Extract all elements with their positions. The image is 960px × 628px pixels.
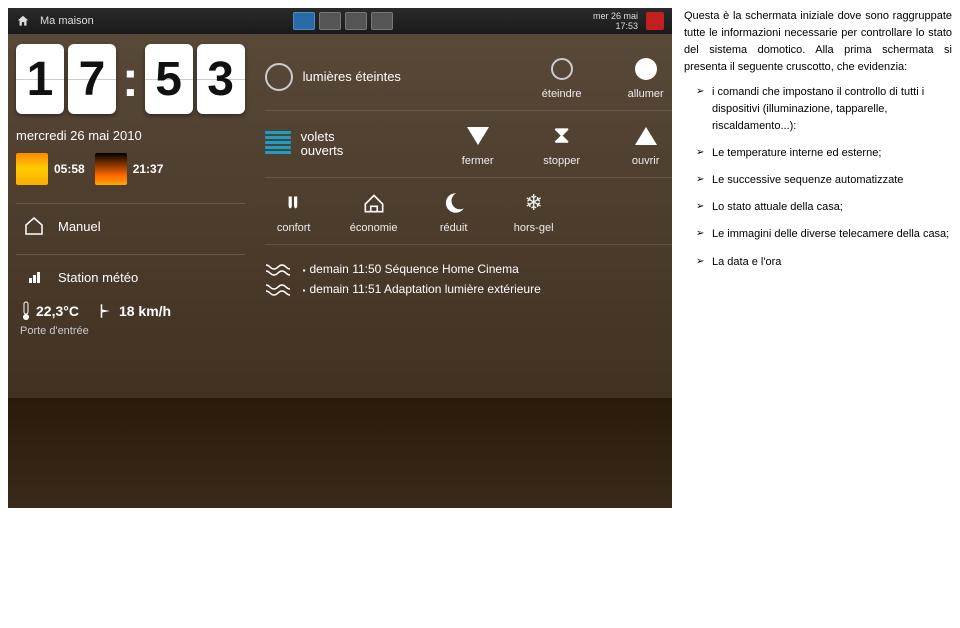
tab-grid[interactable] <box>293 12 315 30</box>
mode-label: Manuel <box>58 219 101 234</box>
lights-off-label: éteindre <box>542 88 582 100</box>
blinds-icon <box>265 131 291 157</box>
tab-list[interactable] <box>319 12 341 30</box>
weather-panel: Station météo 22,3°C 18 km/h Porte d'ent… <box>16 254 245 345</box>
heating-economy-label: économie <box>350 222 398 234</box>
flip-clock: 1 7 : 5 3 <box>16 44 245 114</box>
description-panel: Questa è la schermata iniziale dove sono… <box>684 8 952 281</box>
heating-reduced-label: réduit <box>440 222 468 234</box>
lights-row: lumières éteintes éteindre allumer <box>265 44 672 111</box>
desc-item-6: La data e l'ora <box>698 254 952 271</box>
desc-list: i comandi che impostano il controllo di … <box>684 84 952 270</box>
shutters-close-label: fermer <box>462 155 494 167</box>
wave-icon <box>265 281 293 297</box>
sunrise-sunset-row: 05:58 21:37 <box>16 153 245 185</box>
reduced-icon <box>439 188 469 218</box>
shutters-status: voletsouverts <box>265 130 435 158</box>
topbar-datetime: mer 26 mai 17:53 <box>593 11 638 31</box>
thermometer-icon <box>20 301 32 321</box>
clock-min-tens: 5 <box>145 44 193 114</box>
seq1-text: demain 11:50 Séquence Home Cinema <box>303 262 519 276</box>
heating-comfort-label: confort <box>277 222 311 234</box>
clock-min-units: 3 <box>197 44 245 114</box>
shutters-stop-button[interactable]: ⧗ stopper <box>533 121 591 167</box>
shutters-open-label: ouvrir <box>632 155 660 167</box>
clock-hour-units: 7 <box>68 44 116 114</box>
house-mode-icon <box>20 212 48 240</box>
sunset: 21:37 <box>95 153 164 185</box>
signal-icon <box>20 263 48 291</box>
shutters-stop-label: stopper <box>543 155 580 167</box>
close-icon[interactable] <box>646 12 664 30</box>
topbar-right: mer 26 mai 17:53 <box>593 11 664 31</box>
top-bar: Ma maison mer 26 mai 17:53 <box>8 8 672 34</box>
desc-item-1: i comandi che impostano il controllo di … <box>698 84 952 135</box>
mode-row[interactable]: Manuel <box>16 203 245 248</box>
shutters-open-button[interactable]: ouvrir <box>617 121 672 167</box>
heating-economy-button[interactable]: économie <box>345 188 403 234</box>
lights-status: lumières éteintes <box>265 63 435 91</box>
wave-icon <box>265 261 293 277</box>
app-title: Ma maison <box>40 15 94 27</box>
home-icon[interactable] <box>16 14 30 28</box>
snowflake-icon: ❄ <box>519 188 549 218</box>
circle-outline-icon <box>551 58 573 80</box>
dashboard-screenshot: Ma maison mer 26 mai 17:53 1 7 : 5 3 <box>8 8 672 508</box>
triangle-up-icon <box>635 127 657 145</box>
heating-frost-label: hors-gel <box>514 222 554 234</box>
sunrise-icon <box>16 153 48 185</box>
desc-item-4: Lo stato attuale della casa; <box>698 199 952 216</box>
desc-item-5: Le immagini delle diverse telecamere del… <box>698 226 952 243</box>
date-line: mercredi 26 mai 2010 <box>16 128 245 143</box>
weather-heading: Station météo <box>58 270 138 285</box>
sunset-time: 21:37 <box>133 162 164 176</box>
triangle-down-icon <box>467 127 489 145</box>
weather-location: Porte d'entrée <box>20 325 241 337</box>
light-off-indicator-icon <box>265 63 293 91</box>
sequence-2: demain 11:51 Adaptation lumière extérieu… <box>265 281 672 297</box>
comfort-icon <box>279 188 309 218</box>
wind-value: 18 km/h <box>119 303 171 319</box>
sunrise: 05:58 <box>16 153 85 185</box>
shutters-row: voletsouverts fermer ⧗ stopper ouvrir <box>265 111 672 178</box>
clock-hour-tens: 1 <box>16 44 64 114</box>
shutters-status-text: voletsouverts <box>301 130 344 158</box>
lights-on-label: allumer <box>628 88 664 100</box>
weather-stats: 22,3°C 18 km/h <box>20 301 241 321</box>
clock-separator: : <box>120 50 141 108</box>
topbar-left: Ma maison <box>16 14 94 28</box>
heating-frost-button[interactable]: ❄ hors-gel <box>505 188 563 234</box>
sunset-icon <box>95 153 127 185</box>
tab-rooms[interactable] <box>345 12 367 30</box>
temp-value: 22,3°C <box>36 303 79 319</box>
topbar-time: 17:53 <box>593 21 638 31</box>
shutters-close-button[interactable]: fermer <box>449 121 507 167</box>
desc-intro: Questa è la schermata iniziale dove sono… <box>684 8 952 76</box>
seq2-text: demain 11:51 Adaptation lumière extérieu… <box>303 282 541 296</box>
topbar-day: mer 26 mai <box>593 11 638 21</box>
lights-status-text: lumières éteintes <box>303 70 401 84</box>
economy-icon <box>359 188 389 218</box>
circle-filled-icon <box>635 58 657 80</box>
heating-comfort-button[interactable]: confort <box>265 188 323 234</box>
desc-item-2: Le temperature interne ed esterne; <box>698 145 952 162</box>
tab-camera[interactable] <box>371 12 393 30</box>
heating-reduced-button[interactable]: réduit <box>425 188 483 234</box>
lights-on-button[interactable]: allumer <box>617 54 672 100</box>
topbar-tabs <box>293 12 393 30</box>
background-ground <box>8 398 672 508</box>
temp-stat: 22,3°C <box>20 301 79 321</box>
hourglass-icon: ⧗ <box>547 121 577 151</box>
sequence-1: demain 11:50 Séquence Home Cinema <box>265 261 672 277</box>
desc-item-3: Le successive sequenze automatizzate <box>698 172 952 189</box>
flag-icon <box>97 302 115 320</box>
sequences-block: demain 11:50 Séquence Home Cinema demain… <box>265 261 672 297</box>
heating-row: confort économie réduit ❄ hors-gel <box>265 178 672 245</box>
sunrise-time: 05:58 <box>54 162 85 176</box>
lights-off-button[interactable]: éteindre <box>533 54 591 100</box>
wind-stat: 18 km/h <box>97 301 171 321</box>
